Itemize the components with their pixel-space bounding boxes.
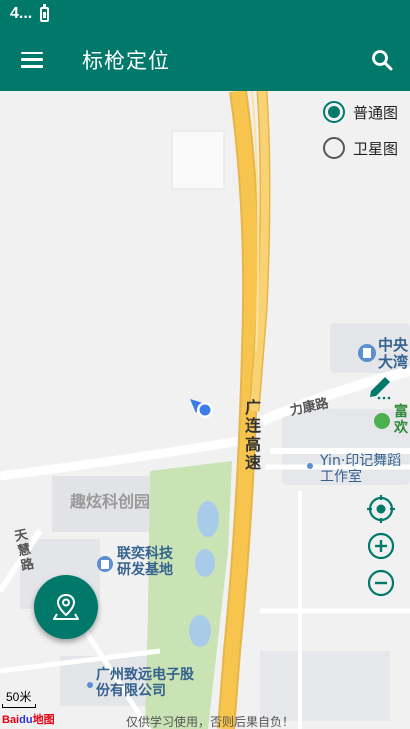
label-fu: 富欢: [394, 404, 408, 437]
radio-normal[interactable]: [322, 101, 345, 123]
zoom-in-icon: [367, 532, 395, 560]
map-type-normal-label: 普通图: [352, 103, 398, 122]
status-time: 4...: [10, 5, 33, 22]
menu-button[interactable]: [0, 28, 64, 91]
menu-icon: [21, 51, 43, 68]
map-type-satellite-label: 卫星图: [352, 139, 398, 158]
label-zhongyang: 中央大湾: [378, 336, 409, 372]
logo-bai: Bai: [2, 714, 20, 726]
label-zhiyuan: 广州致远电子股份有限公司: [96, 667, 194, 700]
map-type-selector: 普通图 卫星图: [322, 101, 398, 159]
status-bar: 4...: [0, 0, 410, 28]
page-title: 标枪定位: [82, 48, 170, 73]
disclaimer-text: 仅供学习使用，否则后果自负！: [126, 715, 295, 729]
location-pin-icon: [53, 593, 79, 620]
radio-satellite[interactable]: [322, 137, 345, 159]
logo-suffix: 地图: [32, 714, 55, 726]
location-fab[interactable]: [34, 575, 98, 639]
label-yinji: Yin·印记舞蹈工作室: [320, 453, 402, 486]
label-lianyi: 联奕科技研发基地: [117, 546, 173, 579]
baidu-logo: Baidu地图: [2, 711, 55, 727]
label-guanglian: 广连高速: [245, 398, 262, 473]
zoom-in-button[interactable]: [366, 531, 396, 561]
zoom-out-button[interactable]: [366, 568, 396, 598]
scale-label: 50米: [6, 690, 32, 704]
scale-bar: [2, 704, 36, 708]
app-bar: 标枪定位: [0, 28, 410, 91]
edit-button[interactable]: [366, 373, 396, 403]
logo-du: du: [19, 714, 33, 726]
map-type-normal[interactable]: 普通图: [322, 101, 398, 123]
search-icon: [372, 49, 393, 70]
label-quxuan: 趣炫科创园: [70, 492, 151, 511]
map-type-satellite[interactable]: 卫星图: [322, 137, 398, 159]
locate-button[interactable]: [366, 494, 396, 524]
locate-icon: [367, 495, 395, 523]
search-button[interactable]: [354, 28, 410, 91]
zoom-out-icon: [367, 569, 395, 597]
map-view[interactable]: 普通图 卫星图 广连高速 力康路 趣炫科创园 天慧路 联奕科技研发基地 Yin·…: [0, 91, 410, 729]
battery-icon: [40, 3, 50, 22]
